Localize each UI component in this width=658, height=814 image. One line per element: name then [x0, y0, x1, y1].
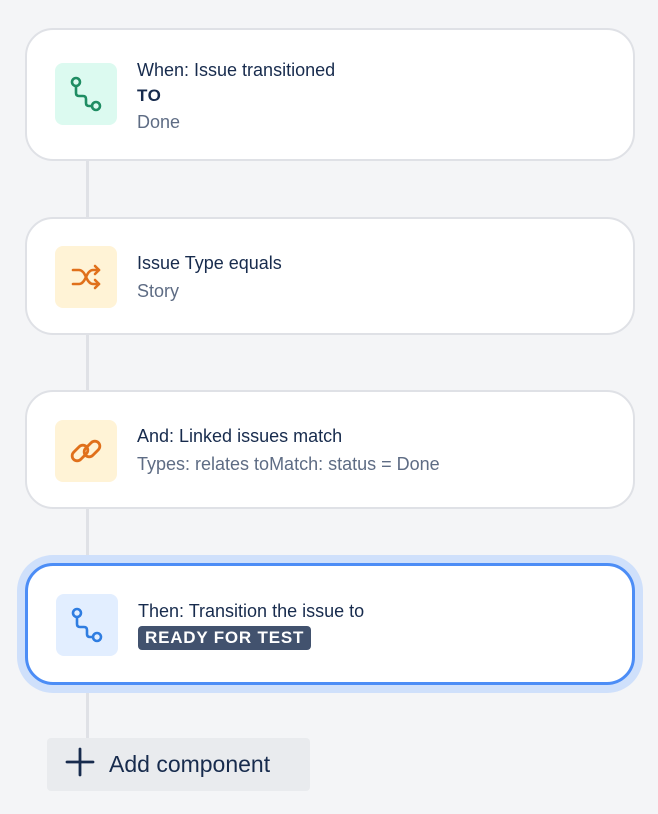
- connector-line: [86, 334, 89, 391]
- add-component-button[interactable]: Add component: [47, 738, 310, 791]
- action-card-transition[interactable]: Then: Transition the issue to READY FOR …: [25, 563, 635, 685]
- component-detail: Story: [137, 281, 180, 301]
- component-title: Issue Type equals: [137, 253, 282, 273]
- plus-icon: [65, 747, 95, 782]
- automation-rule-canvas: When: Issue transitioned TO Done Issue T…: [0, 0, 658, 814]
- condition-card-issue-type[interactable]: Issue Type equals Story: [25, 217, 635, 335]
- connector-line: [86, 160, 89, 217]
- action-icon-tile: [56, 594, 118, 656]
- component-detail: Done: [137, 112, 181, 132]
- component-title: When: Issue transitioned: [137, 60, 336, 80]
- connector-line: [86, 508, 89, 564]
- connector-line: [86, 684, 89, 740]
- condition-card-linked-issues[interactable]: And: Linked issues match Types: relates …: [25, 390, 635, 509]
- condition-icon-tile: [55, 246, 117, 308]
- component-title: And: Linked issues match: [137, 426, 343, 446]
- component-title: Then: Transition the issue to: [138, 601, 365, 621]
- shuffle-icon: [66, 257, 106, 297]
- trigger-icon-tile: [55, 63, 117, 125]
- transition-icon: [66, 74, 106, 114]
- add-component-label: Add component: [109, 751, 271, 777]
- transition-direction: TO: [137, 86, 162, 105]
- condition-icon-tile: [55, 420, 117, 482]
- trigger-card[interactable]: When: Issue transitioned TO Done: [25, 28, 635, 161]
- link-icon: [66, 431, 106, 471]
- status-lozenge: READY FOR TEST: [138, 626, 312, 650]
- transition-icon: [67, 605, 107, 645]
- component-detail: Types: relates toMatch: status = Done: [137, 454, 440, 474]
